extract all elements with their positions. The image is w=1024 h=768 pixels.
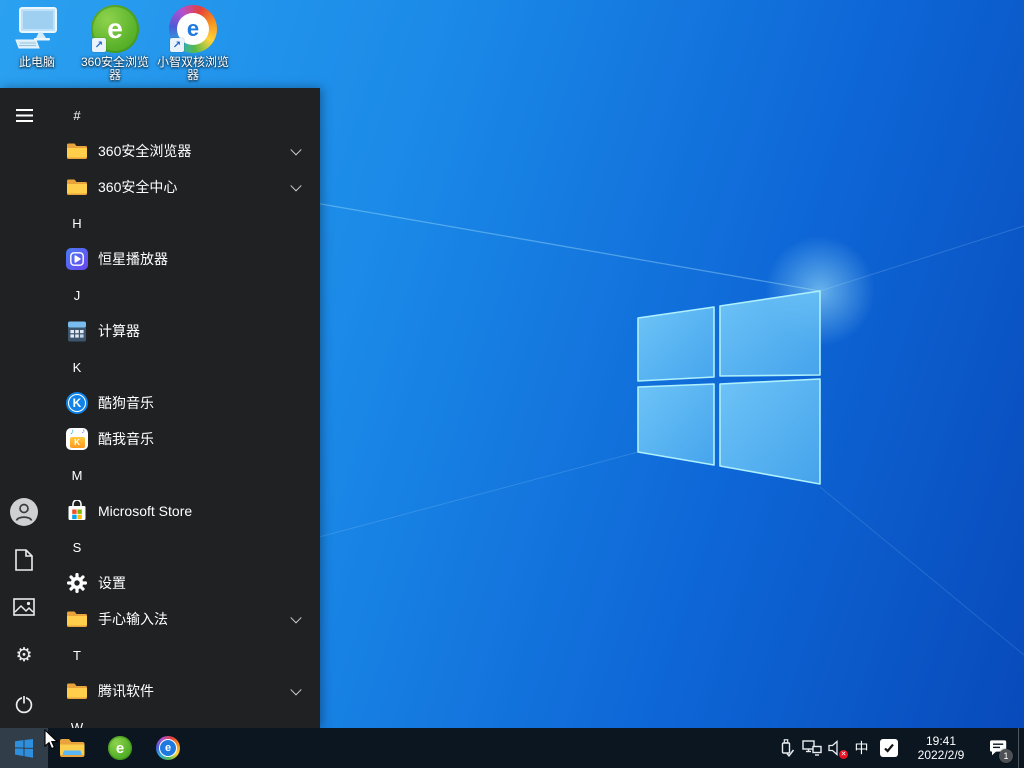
group-header-hash[interactable]: #	[48, 97, 320, 133]
user-avatar-icon	[9, 497, 39, 527]
360-browser-taskbar-button[interactable]: e	[96, 728, 144, 768]
clock-date: 2022/2/9	[908, 748, 974, 762]
ime-indicator-button[interactable]: 中	[849, 728, 874, 768]
this-pc-icon	[12, 4, 62, 54]
start-item-calculator[interactable]: 计算器	[48, 313, 320, 349]
start-menu-app-list: # 360安全浏览器 36	[48, 97, 320, 745]
360-browser-icon: e	[108, 736, 132, 760]
network-tray-button[interactable]	[799, 728, 824, 768]
desktop-icon-360-browser[interactable]: e ↗ 360安全浏览器	[78, 4, 152, 82]
xiaozhi-browser-icon: e ↗	[168, 4, 218, 54]
volume-tray-button[interactable]: ✕	[824, 728, 849, 768]
chevron-down-icon[interactable]	[290, 180, 301, 191]
360-browser-icon: e ↗	[90, 4, 140, 54]
group-header-T[interactable]: T	[48, 637, 320, 673]
group-header-M[interactable]: M	[48, 457, 320, 493]
folder-icon	[64, 682, 90, 700]
start-item-tencent-folder[interactable]: 腾讯软件	[48, 673, 320, 709]
action-center-button[interactable]: 1	[978, 728, 1018, 768]
expand-menu-button[interactable]	[0, 91, 48, 139]
group-header-S[interactable]: S	[48, 529, 320, 565]
power-button[interactable]	[0, 680, 48, 728]
hamburger-icon	[16, 109, 33, 122]
start-button[interactable]	[0, 728, 48, 768]
clock-time: 19:41	[908, 734, 974, 748]
settings-rail-button[interactable]: ⚙	[0, 631, 48, 679]
desktop-icon-label: 360安全浏览器	[78, 56, 152, 82]
desktop-icon-label: 小智双核浏览器	[156, 56, 230, 82]
start-item-hengxing-player[interactable]: 恒星播放器	[48, 241, 320, 277]
start-item-kuwo-music[interactable]: ♪ ♪ K 酷我音乐	[48, 421, 320, 457]
ms-store-icon	[64, 500, 90, 522]
documents-button[interactable]	[0, 536, 48, 584]
group-header-H[interactable]: H	[48, 205, 320, 241]
calculator-icon	[64, 321, 90, 342]
group-header-K[interactable]: K	[48, 349, 320, 385]
file-explorer-icon	[59, 737, 85, 759]
kuwo-music-icon: ♪ ♪ K	[64, 428, 90, 450]
start-item-shouxin-ime-folder[interactable]: 手心输入法	[48, 601, 320, 637]
desktop-screen: 此电脑 e ↗ 360安全浏览器 e ↗ 小智双核浏览器	[0, 0, 1024, 768]
settings-gear-icon	[64, 573, 90, 593]
start-menu: ⚙ # 360安全浏览器	[0, 88, 320, 728]
usb-device-tray-button[interactable]	[774, 728, 799, 768]
taskbar: e e	[0, 728, 1024, 768]
shortcut-arrow-icon: ↗	[170, 38, 184, 52]
gear-icon: ⚙	[15, 646, 32, 665]
notification-count-badge: 1	[999, 749, 1013, 763]
security-app-tray-button[interactable]	[874, 728, 904, 768]
checkmark-app-icon	[880, 739, 898, 757]
folder-icon	[64, 178, 90, 196]
desktop-icon-this-pc[interactable]: 此电脑	[0, 4, 74, 69]
pictures-button[interactable]	[0, 583, 48, 631]
hengxing-player-icon	[64, 248, 90, 270]
user-account-button[interactable]	[0, 488, 48, 536]
xiaozhi-browser-icon: e	[156, 736, 180, 760]
show-desktop-button[interactable]	[1018, 728, 1024, 768]
chevron-down-icon[interactable]	[290, 684, 301, 695]
start-item-microsoft-store[interactable]: Microsoft Store	[48, 493, 320, 529]
taskbar-clock[interactable]: 19:41 2022/2/9	[908, 734, 974, 762]
xiaozhi-browser-taskbar-button[interactable]: e	[144, 728, 192, 768]
desktop-icon-xiaozhi-browser[interactable]: e ↗ 小智双核浏览器	[156, 4, 230, 82]
windows-logo-icon	[14, 738, 34, 758]
start-item-settings[interactable]: 设置	[48, 565, 320, 601]
group-header-J[interactable]: J	[48, 277, 320, 313]
start-item-360-browser-folder[interactable]: 360安全浏览器	[48, 133, 320, 169]
power-icon	[14, 694, 34, 714]
start-item-360-center-folder[interactable]: 360安全中心	[48, 169, 320, 205]
mouse-cursor	[44, 729, 60, 751]
chevron-down-icon[interactable]	[290, 144, 301, 155]
folder-icon	[64, 142, 90, 160]
pictures-icon	[13, 598, 35, 616]
desktop-icon-label: 此电脑	[19, 56, 55, 69]
usb-icon	[778, 739, 795, 757]
folder-icon	[64, 610, 90, 628]
chevron-down-icon[interactable]	[290, 612, 301, 623]
mute-x-badge: ✕	[839, 750, 848, 759]
ime-chinese-label: 中	[855, 738, 869, 758]
network-icon	[802, 740, 822, 756]
start-item-kugou-music[interactable]: K 酷狗音乐	[48, 385, 320, 421]
shortcut-arrow-icon: ↗	[92, 38, 106, 52]
start-menu-rail: ⚙	[0, 88, 48, 728]
document-icon	[15, 549, 33, 571]
kugou-music-icon: K	[64, 392, 90, 414]
system-tray: ✕ 中 19:41 2022/2/9	[774, 728, 1024, 768]
